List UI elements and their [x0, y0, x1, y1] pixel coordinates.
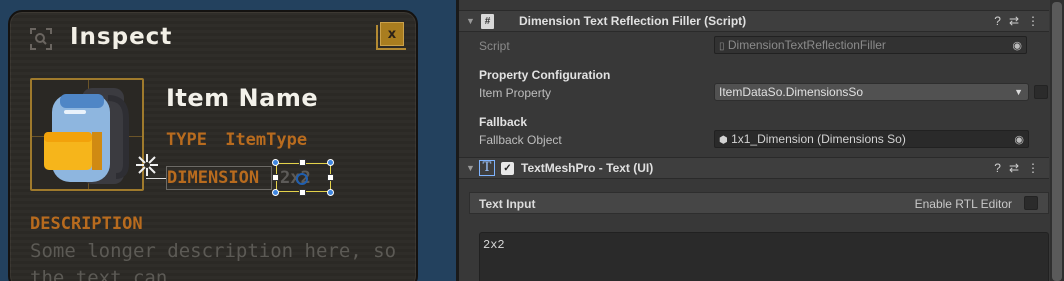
script-file-icon: ▯ — [719, 41, 725, 52]
text-input-bar: Text Input Enable RTL Editor — [469, 192, 1049, 214]
context-menu-icon[interactable]: ⋮ — [1027, 14, 1039, 28]
panel-title: Inspect — [70, 24, 173, 50]
enable-rtl-checkbox[interactable] — [1024, 196, 1038, 210]
foldout-arrow-icon[interactable]: ▼ — [466, 163, 475, 173]
item-name-title: Item Name — [166, 84, 319, 112]
selection-handle[interactable] — [327, 159, 334, 166]
help-icon[interactable]: ? — [994, 14, 1001, 28]
component-enabled-checkbox[interactable]: ✓ — [501, 162, 514, 175]
inspector-scrollbar[interactable] — [1050, 0, 1064, 281]
dimension-label-box[interactable]: DIMENSION — [166, 166, 272, 190]
component-title: TextMeshPro - Text (UI) — [521, 161, 654, 175]
selection-handle[interactable] — [272, 159, 279, 166]
text-input-area[interactable]: 2x2 — [479, 232, 1049, 281]
inspect-panel: Inspect x Item Name TYPE ItemType DIMENS… — [8, 10, 418, 281]
component-header-filler[interactable]: ▼ # Dimension Text Reflection Filler (Sc… — [459, 10, 1049, 32]
script-icon: # — [481, 14, 494, 29]
backpack-icon — [44, 88, 129, 184]
fallback-object-field[interactable]: ⬢ 1x1_Dimension (Dimensions So) ◉ — [714, 130, 1029, 148]
script-field[interactable]: ▯ DimensionTextReflectionFiller ◉ — [714, 36, 1027, 54]
enable-rtl-label: Enable RTL Editor — [914, 197, 1012, 211]
selection-handle[interactable] — [272, 189, 279, 196]
type-value: ItemType — [225, 130, 308, 150]
component-title: Dimension Text Reflection Filler (Script… — [519, 14, 747, 28]
scrollbar-thumb[interactable] — [1052, 2, 1062, 281]
fallback-object-label: Fallback Object — [479, 133, 562, 147]
scene-view[interactable]: Inspect x Item Name TYPE ItemType DIMENS… — [0, 0, 456, 281]
section-fallback: Fallback — [479, 115, 528, 129]
description-text: Some longer description here, so the tex… — [30, 240, 397, 281]
textmeshpro-icon: T — [479, 160, 495, 176]
item-property-dropdown[interactable]: ItemDataSo.DimensionsSo ▼ — [714, 83, 1029, 101]
type-label: TYPE — [166, 130, 207, 150]
anchor-connector-line — [146, 178, 166, 179]
anchor-icon[interactable] — [134, 152, 160, 178]
selection-handle[interactable] — [272, 174, 279, 181]
selection-handle[interactable] — [299, 159, 306, 166]
dimension-label: DIMENSION — [167, 168, 260, 188]
chevron-down-icon: ▼ — [1014, 87, 1023, 97]
component-header-textmeshpro[interactable]: ▼ T ✓ TextMeshPro - Text (UI) ? ⇄ ⋮ — [459, 157, 1049, 179]
selection-handle[interactable] — [327, 189, 334, 196]
item-property-toggle[interactable] — [1034, 85, 1048, 99]
text-input-label: Text Input — [479, 197, 536, 211]
script-label: Script — [479, 39, 510, 53]
context-menu-icon[interactable]: ⋮ — [1027, 161, 1039, 175]
inspector-window: ▼ # Dimension Text Reflection Filler (Sc… — [459, 0, 1064, 281]
foldout-arrow-icon[interactable]: ▼ — [466, 16, 475, 26]
selection-handle[interactable] — [327, 174, 334, 181]
close-button[interactable]: x — [380, 22, 404, 46]
section-property-configuration: Property Configuration — [479, 68, 611, 82]
object-picker-icon[interactable]: ◉ — [1014, 132, 1024, 147]
inspect-icon — [30, 28, 52, 50]
object-picker-icon[interactable]: ◉ — [1012, 38, 1022, 53]
close-icon: x — [387, 26, 397, 42]
help-icon[interactable]: ? — [994, 161, 1001, 175]
selection-handle[interactable] — [299, 189, 306, 196]
type-row: TYPE ItemType — [166, 130, 307, 150]
item-icon-frame — [30, 78, 144, 191]
item-property-label: Item Property — [479, 86, 552, 100]
pivot-icon[interactable] — [295, 172, 309, 186]
presets-icon[interactable]: ⇄ — [1009, 14, 1019, 28]
description-label: DESCRIPTION — [30, 214, 143, 234]
presets-icon[interactable]: ⇄ — [1009, 161, 1019, 175]
scriptable-object-icon: ⬢ — [719, 135, 728, 146]
